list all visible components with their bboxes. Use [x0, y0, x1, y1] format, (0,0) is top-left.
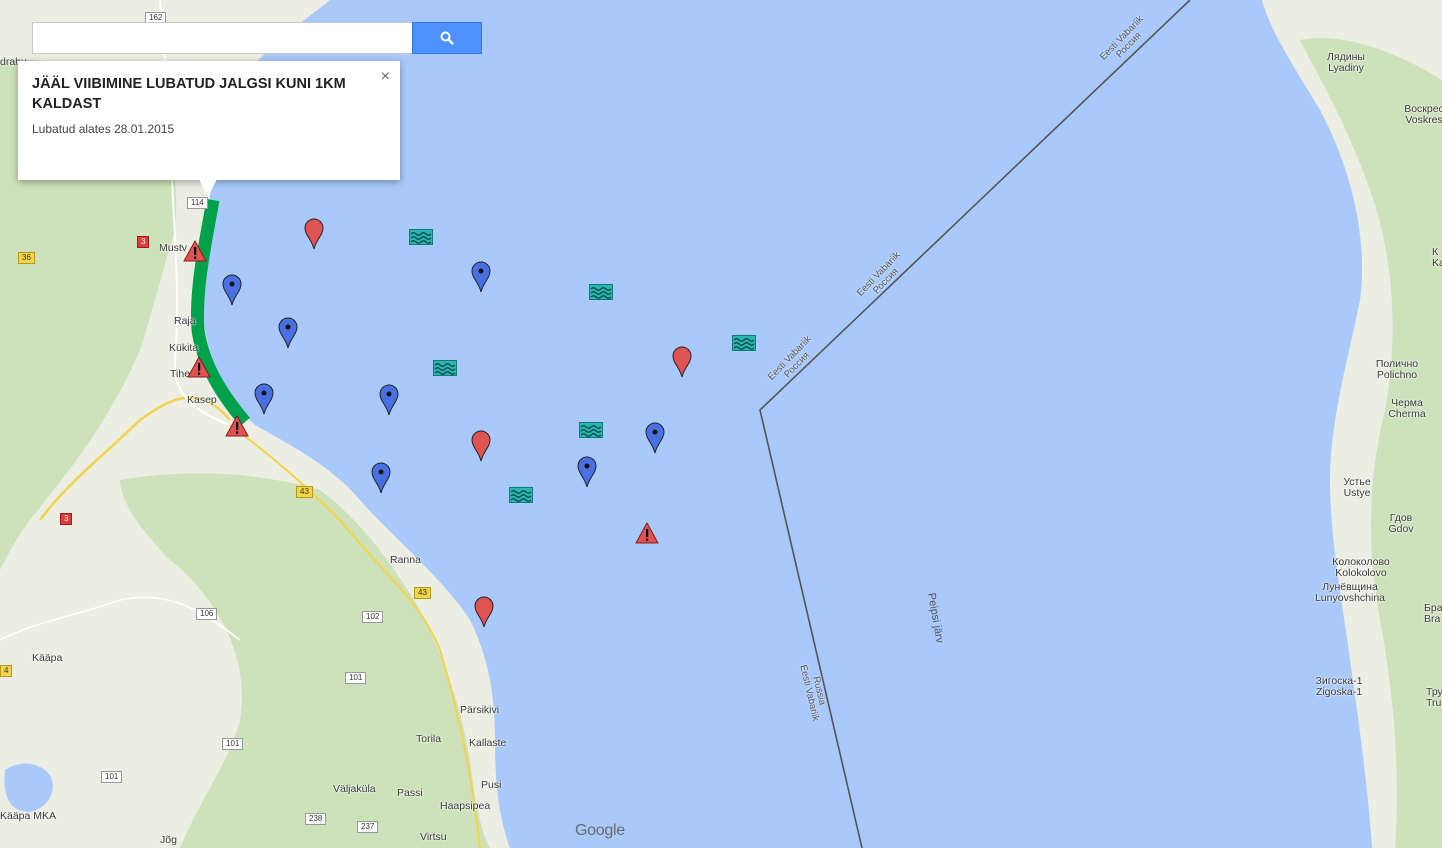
blue-pin-icon[interactable]: [577, 456, 597, 488]
place-label: Поличнo Polichno: [1375, 358, 1419, 381]
open-water-icon[interactable]: [509, 487, 533, 503]
red-pin-icon[interactable]: [672, 346, 692, 378]
info-window-tail: [199, 179, 217, 197]
search-icon: [440, 31, 454, 45]
road-shield: 237: [357, 821, 379, 833]
place-label: Passi: [397, 787, 423, 799]
road-shield: 106: [196, 608, 218, 620]
red-pin-icon[interactable]: [471, 430, 491, 462]
place-label: Pusi: [481, 779, 502, 791]
road-shield: 101: [101, 771, 123, 783]
place-label: Бра Bra: [1424, 602, 1442, 625]
place-label: Воскрес Voskres: [1404, 103, 1442, 126]
place-label: Колоколово Kolokolovo: [1332, 556, 1390, 579]
place-label: Kallaste: [469, 737, 507, 749]
warning-triangle-icon[interactable]: [187, 356, 211, 378]
road-shield: 4: [0, 665, 13, 677]
road-shield: 3: [60, 513, 73, 525]
place-label: Лунёвщина Lunyovshchina: [1314, 581, 1386, 604]
place-label: Kääpa MKA: [0, 810, 57, 822]
open-water-icon[interactable]: [409, 229, 433, 245]
place-label: Гдов Gdov: [1388, 512, 1414, 535]
road-shield: 102: [362, 611, 384, 623]
blue-pin-icon[interactable]: [278, 317, 298, 349]
open-water-icon[interactable]: [589, 284, 613, 300]
open-water-icon[interactable]: [732, 335, 756, 351]
open-water-icon[interactable]: [579, 422, 603, 438]
info-window: JÄÄL VIIBIMINE LUBATUD JALGSI KUNI 1KM K…: [18, 61, 400, 180]
red-pin-icon[interactable]: [474, 596, 494, 628]
place-label: Jõg: [160, 834, 177, 846]
blue-pin-icon[interactable]: [645, 422, 665, 454]
search-input[interactable]: [32, 22, 412, 54]
place-label: Virtsu: [420, 831, 447, 843]
place-label: Väljaküla: [333, 783, 376, 795]
place-label: Ranna: [390, 554, 421, 566]
place-label: Черма Cherma: [1388, 397, 1426, 420]
close-icon[interactable]: ×: [381, 69, 390, 85]
blue-pin-icon[interactable]: [254, 383, 274, 415]
place-label: Kääpa: [32, 652, 63, 664]
warning-triangle-icon[interactable]: [183, 240, 207, 262]
place-label: Устье Ustye: [1343, 476, 1371, 499]
place-label: Лядины Lyadiny: [1327, 51, 1365, 74]
place-label: Kükita: [169, 342, 199, 354]
road-shield: 114: [187, 197, 208, 209]
road-shield: 43: [296, 486, 313, 498]
place-label: К Ka: [1432, 246, 1442, 269]
search-button[interactable]: [412, 22, 482, 54]
open-water-icon[interactable]: [433, 360, 457, 376]
road-shield: 101: [222, 738, 244, 750]
warning-triangle-icon[interactable]: [225, 415, 249, 437]
google-logo: Google: [575, 822, 625, 839]
road-shield: 101: [345, 672, 367, 684]
road-shield: 238: [305, 813, 327, 825]
road-shield: 3: [137, 236, 150, 248]
info-window-subtitle: Lubatud alates 28.01.2015: [32, 122, 175, 136]
place-label: Тру Tru: [1426, 686, 1442, 709]
road-shield: 36: [18, 252, 35, 264]
red-pin-icon[interactable]: [304, 218, 324, 250]
place-label: Зигоска-1 Zigoska-1: [1315, 675, 1363, 698]
road-shield: 43: [414, 587, 431, 599]
blue-pin-icon[interactable]: [379, 384, 399, 416]
place-label: Haapsipea: [440, 800, 491, 812]
blue-pin-icon[interactable]: [371, 462, 391, 494]
warning-triangle-icon[interactable]: [635, 522, 659, 544]
blue-pin-icon[interactable]: [471, 261, 491, 293]
place-label: Kasep: [187, 394, 217, 406]
place-label: Pärsikivi: [460, 704, 500, 716]
info-window-title: JÄÄL VIIBIMINE LUBATUD JALGSI KUNI 1KM K…: [32, 76, 346, 112]
place-label: Torila: [416, 733, 442, 745]
blue-pin-icon[interactable]: [222, 274, 242, 306]
place-label: Raja: [174, 315, 196, 327]
